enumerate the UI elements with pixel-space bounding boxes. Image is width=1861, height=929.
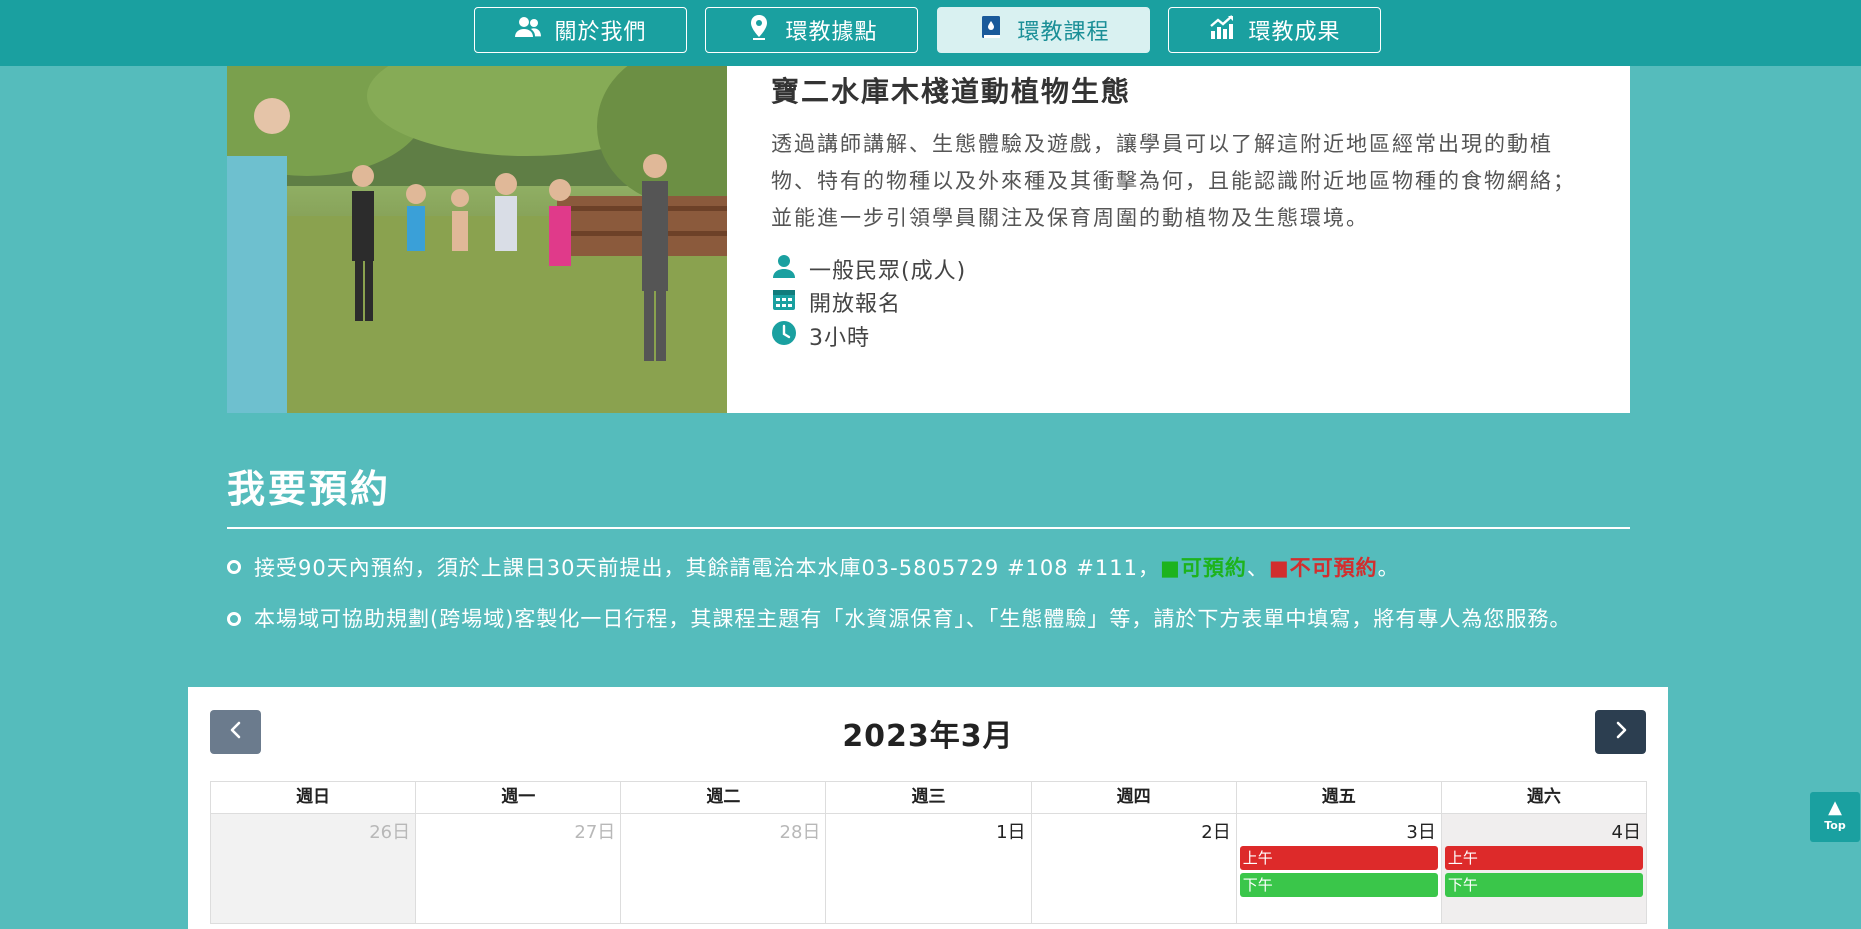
afternoon-slot-available[interactable]: 下午 <box>1444 873 1643 897</box>
unavailable-legend: ■不可預約 <box>1268 556 1378 580</box>
weekday-header: 週五 <box>1236 782 1442 814</box>
course-duration-text: 3小時 <box>809 326 870 351</box>
booking-note-1-text: 接受90天內預約，須於上課日30天前提出，其餘請電洽本水庫03-5805729 … <box>254 556 1160 580</box>
bullet-icon <box>227 560 241 574</box>
top-navigation: 關於我們 環教據點 環教課程 環教成果 <box>0 0 1861 66</box>
calendar-day: 28日 <box>621 814 827 924</box>
weekday-header: 週三 <box>826 782 1032 814</box>
users-icon <box>514 13 542 47</box>
day-number: 2日 <box>1201 822 1231 843</box>
afternoon-slot-available[interactable]: 下午 <box>1239 873 1438 897</box>
day-number: 3日 <box>1406 822 1436 843</box>
legend-separator: 、 <box>1246 556 1269 580</box>
calendar-day: 26日 <box>211 814 417 924</box>
course-card: 寶二水庫木棧道動植物生態 透過講師講解、生態體驗及遊戲，讓學員可以了解這附近地區… <box>227 66 1630 413</box>
day-number: 4日 <box>1611 822 1641 843</box>
arrow-up-icon: ▲ <box>1828 797 1842 818</box>
weekday-header: 週四 <box>1031 782 1237 814</box>
weekday-header: 週二 <box>621 782 827 814</box>
section-divider <box>227 527 1630 529</box>
nav-results-label: 環教成果 <box>1248 20 1341 45</box>
nav-locations-label: 環教據點 <box>785 20 878 45</box>
nav-about-button[interactable]: 關於我們 <box>474 7 687 53</box>
course-audience: 一般民眾(成人) <box>771 253 966 285</box>
back-to-top-label: Top <box>1824 819 1846 832</box>
booking-calendar: 2023年3月 週日 週一 週二 週三 週四 週五 週六 26日 27日 28日… <box>188 687 1668 929</box>
weekday-header: 週六 <box>1441 782 1647 814</box>
map-pin-icon <box>745 13 773 47</box>
note-end: 。 <box>1377 556 1400 580</box>
calendar-day: 3日 上午 下午 <box>1236 814 1442 924</box>
person-icon <box>771 253 797 285</box>
nav-about-label: 關於我們 <box>554 20 647 45</box>
course-audience-text: 一般民眾(成人) <box>809 259 967 284</box>
chevron-right-icon <box>1613 720 1629 744</box>
course-enrollment: 開放報名 <box>771 286 901 318</box>
course-photo <box>227 66 727 413</box>
weekday-header: 週日 <box>211 782 417 814</box>
course-description: 透過講師講解、生態體驗及遊戲，讓學員可以了解這附近地區經常出現的動植物、特有的物… <box>771 132 1576 230</box>
bullet-icon <box>227 612 241 626</box>
course-enrollment-text: 開放報名 <box>809 292 902 317</box>
calendar-grid: 週日 週一 週二 週三 週四 週五 週六 26日 27日 28日 1日 2日 3… <box>210 781 1647 924</box>
calendar-day: 1日 <box>826 814 1032 924</box>
booking-title: 我要預約 <box>227 467 392 511</box>
nav-locations-button[interactable]: 環教據點 <box>705 7 918 53</box>
day-number: 26日 <box>369 822 411 843</box>
back-to-top-button[interactable]: ▲ Top <box>1810 792 1860 842</box>
booking-note-2: 本場域可協助規劃(跨場域)客製化一日行程，其課程主題有「水資源保育」、「生態體驗… <box>254 607 1572 631</box>
calendar-day: 2日 <box>1031 814 1237 924</box>
book-drop-icon <box>977 13 1005 47</box>
next-month-button[interactable] <box>1595 710 1646 754</box>
day-number: 27日 <box>574 822 616 843</box>
day-number: 1日 <box>996 822 1026 843</box>
calendar-day: 27日 <box>416 814 622 924</box>
nav-courses-button[interactable]: 環教課程 <box>937 7 1150 53</box>
day-number: 28日 <box>779 822 821 843</box>
clock-icon <box>771 320 797 352</box>
available-legend: ■可預約 <box>1159 556 1247 580</box>
chart-up-icon <box>1208 13 1236 47</box>
nav-courses-label: 環教課程 <box>1017 20 1110 45</box>
calendar-month-title: 2023年3月 <box>842 719 1014 754</box>
course-title: 寶二水庫木棧道動植物生態 <box>771 75 1132 108</box>
calendar-icon <box>771 286 797 318</box>
booking-note-1: 接受90天內預約，須於上課日30天前提出，其餘請電洽本水庫03-5805729 … <box>254 550 1634 586</box>
morning-slot-unavailable[interactable]: 上午 <box>1444 846 1643 870</box>
calendar-day: 4日 上午 下午 <box>1441 814 1647 924</box>
course-duration: 3小時 <box>771 320 870 352</box>
weekday-header: 週一 <box>416 782 622 814</box>
nav-results-button[interactable]: 環教成果 <box>1168 7 1381 53</box>
morning-slot-unavailable[interactable]: 上午 <box>1239 846 1438 870</box>
